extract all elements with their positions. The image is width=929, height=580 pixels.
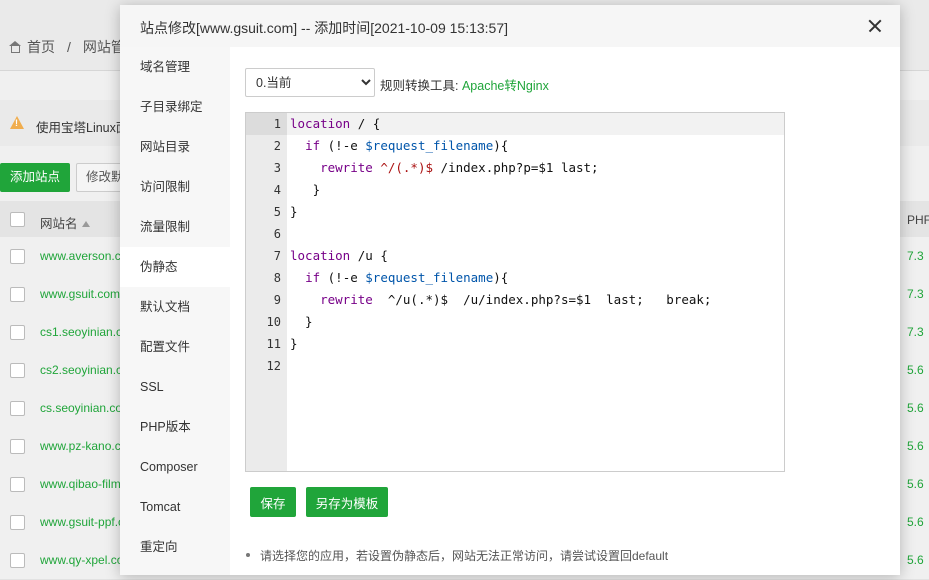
modal-header: 站点修改[www.gsuit.com] -- 添加时间[2021-10-09 1… (120, 5, 900, 48)
line-number: 4 (273, 183, 281, 197)
row-checkbox[interactable] (10, 515, 25, 530)
modal-sidebar: 域名管理 子目录绑定 网站目录 访问限制 流量限制 伪静态 默认文档 配置文件 SSL PHP版本… (120, 47, 230, 575)
sidebar-item[interactable]: SSL (120, 367, 230, 407)
php-version-link[interactable]: 5.6 (907, 515, 924, 529)
column-header-label: 网站名 (40, 217, 78, 231)
tip-text: 请选择您的应用，若设置伪静态后，网站无法正常访问，请尝试设置回default (246, 547, 668, 564)
row-checkbox[interactable] (10, 439, 25, 454)
code-line[interactable]: rewrite ^/(.*)$ /index.php?p=$1 last; (287, 157, 784, 179)
site-name-link[interactable]: cs2.seoyinian.c (40, 363, 122, 377)
line-number: 3 (273, 161, 281, 175)
site-name-link[interactable]: www.gsuit.com (40, 287, 120, 301)
tip-label: 请选择您的应用，若设置伪静态后，网站无法正常访问，请尝试设置回default (260, 549, 669, 563)
code-line[interactable]: location /u { (287, 245, 784, 267)
code-line[interactable]: if (!-e $request_filename){ (287, 135, 784, 157)
php-version-link[interactable]: 5.6 (907, 477, 924, 491)
version-select[interactable]: 0.当前 (245, 68, 375, 97)
line-number: 2 (273, 139, 281, 153)
warning-icon: ! (10, 116, 24, 129)
sidebar-item[interactable]: 伪静态 (120, 247, 230, 287)
sidebar-item[interactable]: PHP版本 (120, 407, 230, 447)
sort-asc-icon[interactable] (81, 221, 90, 227)
row-checkbox[interactable] (10, 363, 25, 378)
rewrite-code-editor[interactable]: 1 2 3 4 5 6 7 8 9 10 11 12 location / { if (!-e $re… (245, 112, 785, 472)
column-header-php: PHF (907, 213, 929, 227)
sidebar-item[interactable]: Composer (120, 447, 230, 487)
site-name-link[interactable]: www.averson.c (40, 249, 121, 263)
site-name-link[interactable]: www.gsuit-ppf.c (40, 515, 124, 529)
row-checkbox[interactable] (10, 249, 25, 264)
modal-title: 站点修改[www.gsuit.com] -- 添加时间[2021-10-09 1… (140, 20, 509, 36)
add-site-button[interactable]: 添加站点 (0, 163, 70, 192)
column-header-site-name[interactable]: 网站名 (40, 213, 90, 232)
row-checkbox[interactable] (10, 477, 25, 492)
php-version-link[interactable]: 7.3 (907, 249, 924, 263)
home-icon[interactable] (8, 41, 21, 53)
code-line[interactable]: } (287, 311, 784, 333)
code-area[interactable]: location / { if (!-e $request_filename){… (287, 113, 784, 377)
code-line[interactable]: } (287, 201, 784, 223)
sidebar-item[interactable]: 域名管理 (120, 47, 230, 87)
save-as-template-button[interactable]: 另存为模板 (306, 487, 388, 517)
site-name-link[interactable]: www.qibao-film (40, 477, 121, 491)
sidebar-item[interactable]: Tomcat (120, 487, 230, 527)
line-number: 8 (273, 271, 281, 285)
bullet-icon (246, 553, 250, 557)
sidebar-item[interactable]: 默认文档 (120, 287, 230, 327)
php-version-link[interactable]: 5.6 (907, 439, 924, 453)
code-line[interactable]: } (287, 333, 784, 355)
line-number: 10 (266, 315, 281, 329)
row-checkbox[interactable] (10, 325, 25, 340)
php-version-link[interactable]: 7.3 (907, 325, 924, 339)
breadcrumb-home[interactable]: 首页 (27, 37, 55, 57)
php-version-link[interactable]: 5.6 (907, 553, 924, 567)
php-version-link[interactable]: 5.6 (907, 401, 924, 415)
line-number: 6 (273, 227, 281, 241)
sidebar-item[interactable]: 配置文件 (120, 327, 230, 367)
sidebar-item[interactable]: 流量限制 (120, 207, 230, 247)
sidebar-item[interactable]: 访问限制 (120, 167, 230, 207)
row-checkbox[interactable] (10, 553, 25, 568)
code-line[interactable] (287, 223, 784, 245)
row-checkbox[interactable] (10, 287, 25, 302)
site-name-link[interactable]: cs.seoyinian.co (40, 401, 122, 415)
line-number: 11 (266, 337, 281, 351)
save-button[interactable]: 保存 (250, 487, 296, 517)
line-number: 9 (273, 293, 281, 307)
line-number: 5 (273, 205, 281, 219)
line-number: 7 (273, 249, 281, 263)
code-line[interactable] (287, 355, 784, 377)
site-name-link[interactable]: www.pz-kano.c (40, 439, 121, 453)
site-name-link[interactable]: www.qy-xpel.co (40, 553, 123, 567)
breadcrumb-current: 网站管 (82, 39, 125, 55)
select-all-checkbox[interactable] (10, 212, 25, 227)
site-name-link[interactable]: cs1.seoyinian.c (40, 325, 122, 339)
close-icon[interactable] (864, 15, 886, 37)
code-line[interactable]: rewrite ^/u(.*)$ /u/index.php?s=$1 last;… (287, 289, 784, 311)
php-version-link[interactable]: 7.3 (907, 287, 924, 301)
line-number: 1 (246, 113, 287, 135)
breadcrumb: 首页 / 网站管 (8, 37, 125, 57)
rule-tool-label: 规则转换工具: (380, 79, 459, 93)
notice-text: 使用宝塔Linux面 (36, 121, 129, 135)
line-number-gutter: 1 2 3 4 5 6 7 8 9 10 11 12 (246, 113, 287, 471)
apache-to-nginx-link[interactable]: Apache转Nginx (462, 79, 549, 93)
line-number: 12 (266, 359, 281, 373)
sidebar-item[interactable]: 重定向 (120, 527, 230, 567)
site-edit-modal: 站点修改[www.gsuit.com] -- 添加时间[2021-10-09 1… (120, 5, 900, 575)
code-line[interactable]: location / { (287, 113, 784, 135)
breadcrumb-separator: / (67, 39, 71, 55)
code-line[interactable]: } (287, 179, 784, 201)
php-version-link[interactable]: 5.6 (907, 363, 924, 377)
code-line[interactable]: if (!-e $request_filename){ (287, 267, 784, 289)
rewrite-panel: 0.当前 规则转换工具: Apache转Nginx 1 2 3 4 5 6 7 8 9 10 11 1… (230, 47, 900, 575)
sidebar-item[interactable]: 子目录绑定 (120, 87, 230, 127)
sidebar-item[interactable]: 网站目录 (120, 127, 230, 167)
rule-tool: 规则转换工具: Apache转Nginx (380, 75, 549, 94)
row-checkbox[interactable] (10, 401, 25, 416)
